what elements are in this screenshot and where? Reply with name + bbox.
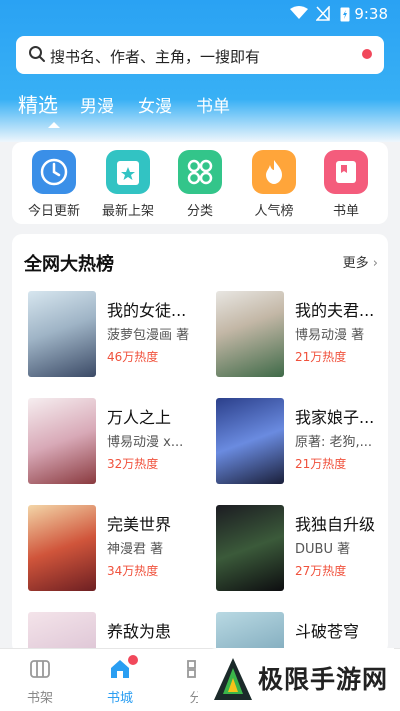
quick-label: 书单 — [332, 204, 359, 219]
more-label: 更多 — [342, 256, 369, 271]
search-placeholder: 搜书名、作者、主角，一搜即有 — [50, 48, 261, 66]
star-shelf-icon — [106, 150, 150, 194]
more-link[interactable]: 更多 › — [343, 252, 378, 271]
quick-new-release[interactable]: 最新上架 — [92, 150, 164, 219]
watermark-text: 极限手游网 — [258, 665, 389, 694]
book-cover — [216, 398, 284, 484]
tab-female-comics[interactable]: 女漫 — [138, 92, 172, 117]
quick-label: 人气榜 — [254, 204, 294, 219]
watermark-logo-icon — [214, 658, 252, 700]
notification-dot — [362, 49, 372, 59]
book-title: 斗破苍穹 — [295, 622, 360, 641]
book-heat: 46万热度 — [107, 350, 159, 364]
book-heat: 21万热度 — [295, 350, 347, 364]
nav-bookstore[interactable]: 书城 — [90, 655, 150, 706]
tab-featured[interactable]: 精选 — [18, 89, 58, 118]
quick-popular-chart[interactable]: 人气榜 — [238, 150, 310, 219]
no-signal-icon — [316, 6, 330, 21]
book-card[interactable]: 我家娘子... 原著: 老狗,... 21万热度 — [216, 398, 388, 488]
book-card[interactable]: 我独自升级 DUBU 著 27万热度 — [216, 505, 388, 595]
watermark: 极限手游网 — [198, 648, 394, 711]
book-title: 养敌为患 — [107, 622, 172, 641]
book-title: 我独自升级 — [295, 515, 376, 534]
quick-booklists[interactable]: 书单 — [310, 150, 382, 219]
nav-label: 书架 — [26, 691, 53, 706]
book-heat: 32万热度 — [107, 457, 159, 471]
book-card[interactable]: 我的夫君... 博易动漫 著 21万热度 — [216, 291, 388, 381]
quick-label: 分类 — [186, 204, 213, 219]
book-title: 完美世界 — [107, 515, 172, 534]
clock-icon — [32, 150, 76, 194]
book-author: 博易动漫 著 — [295, 328, 365, 343]
book-author: 博易动漫 x... — [107, 435, 184, 450]
quick-entry-panel: 今日更新 最新上架 分类 人气榜 书单 — [12, 142, 388, 224]
book-title: 我的夫君... — [295, 301, 375, 320]
book-author: DUBU 著 — [295, 542, 351, 557]
quick-today-update[interactable]: 今日更新 — [18, 150, 90, 219]
book-title: 我家娘子... — [295, 408, 375, 427]
hot-ranking-panel: 全网大热榜 更多 › 我的女徒... 菠萝包漫画 著 46万热度 我的夫君...… — [12, 234, 388, 654]
quick-categories[interactable]: 分类 — [164, 150, 236, 219]
book-cover — [216, 291, 284, 377]
nav-bookshelf[interactable]: 书架 — [10, 657, 70, 706]
search-icon — [29, 46, 45, 62]
book-author: 神漫君 著 — [107, 542, 164, 557]
book-cover — [28, 291, 96, 377]
book-cover — [28, 505, 96, 591]
quick-label: 今日更新 — [27, 204, 80, 219]
book-title: 我的女徒... — [107, 301, 187, 320]
header-background: 9:38 搜书名、作者、主角，一搜即有 精选 男漫 女漫 书单 — [0, 0, 400, 142]
book-card[interactable]: 万人之上 博易动漫 x... 32万热度 — [28, 398, 208, 488]
bookshelf-icon — [30, 660, 50, 678]
nav-label: 书城 — [106, 691, 133, 706]
flame-icon — [252, 150, 296, 194]
book-card[interactable]: 我的女徒... 菠萝包漫画 著 46万热度 — [28, 291, 208, 381]
quick-label: 最新上架 — [101, 204, 154, 219]
grid-icon — [178, 150, 222, 194]
book-icon — [324, 150, 368, 194]
battery-charging-icon — [340, 7, 350, 22]
book-author: 菠萝包漫画 著 — [107, 328, 190, 343]
status-time: 9:38 — [354, 5, 388, 23]
book-cover — [216, 505, 284, 591]
tab-male-comics[interactable]: 男漫 — [80, 92, 114, 117]
status-bar: 9:38 — [0, 0, 400, 28]
book-cover — [28, 398, 96, 484]
active-tab-indicator — [48, 122, 60, 128]
search-bar[interactable]: 搜书名、作者、主角，一搜即有 — [16, 36, 384, 74]
book-card[interactable]: 完美世界 神漫君 著 34万热度 — [28, 505, 208, 595]
book-heat: 34万热度 — [107, 564, 159, 578]
book-author: 原著: 老狗,... — [295, 435, 373, 450]
wifi-icon — [290, 6, 308, 19]
book-heat: 21万热度 — [295, 457, 347, 471]
hot-ranking-title: 全网大热榜 — [24, 254, 114, 275]
nav-badge — [128, 655, 138, 665]
chevron-right-icon: › — [368, 256, 378, 271]
tab-booklists[interactable]: 书单 — [196, 92, 230, 117]
book-heat: 27万热度 — [295, 564, 347, 578]
book-title: 万人之上 — [107, 408, 172, 427]
